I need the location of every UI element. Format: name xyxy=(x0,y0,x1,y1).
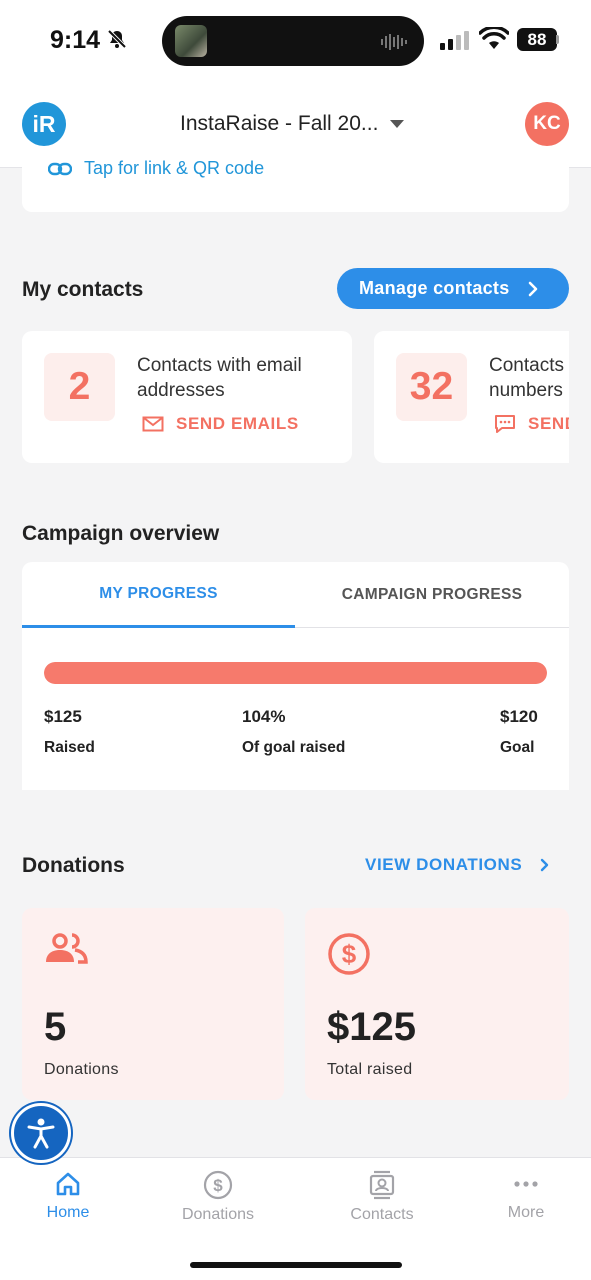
contacts-carousel[interactable]: 2 Contacts with email addresses SEND EMA… xyxy=(22,331,569,463)
nav-more-label: More xyxy=(507,1204,545,1221)
nav-more[interactable]: More xyxy=(466,1170,586,1222)
mail-icon xyxy=(142,416,164,432)
accessibility-button[interactable] xyxy=(11,1103,71,1163)
manage-contacts-label: Manage contacts xyxy=(359,278,510,298)
people-icon xyxy=(46,933,88,964)
campaign-selector[interactable]: InstaRaise - Fall 20... xyxy=(180,112,405,136)
goal-label: Goal xyxy=(500,739,535,756)
manage-contacts-button[interactable]: Manage contacts xyxy=(337,268,569,309)
more-icon xyxy=(514,1181,538,1187)
nav-contacts[interactable]: Contacts xyxy=(322,1170,442,1224)
dynamic-island[interactable] xyxy=(162,16,424,66)
email-contacts-card: 2 Contacts with email addresses SEND EMA… xyxy=(22,331,352,463)
user-avatar[interactable]: KC xyxy=(525,102,569,146)
goal-progress-bar xyxy=(44,662,547,684)
send-emails-button[interactable]: SEND EMAILS xyxy=(142,414,299,434)
dollar-circle-icon: $ xyxy=(328,933,370,975)
home-icon xyxy=(56,1172,80,1196)
donations-section-title: Donations xyxy=(22,854,125,877)
audio-wave-icon xyxy=(381,34,407,50)
svg-text:$: $ xyxy=(342,939,357,969)
goal-percent-label: Of goal raised xyxy=(242,739,346,756)
progress-card: MY PROGRESS CAMPAIGN PROGRESS $125 Raise… xyxy=(22,562,569,790)
goal-percent-value: 104% xyxy=(242,707,286,726)
view-donations-link[interactable]: VIEW DONATIONS xyxy=(365,855,549,875)
goal-value: $120 xyxy=(500,707,538,726)
chevron-right-icon xyxy=(528,281,537,296)
donations-count-value: 5 xyxy=(44,1005,67,1049)
tab-campaign-progress[interactable]: CAMPAIGN PROGRESS xyxy=(295,562,569,628)
status-time: 9:14 xyxy=(50,26,101,54)
phone-contacts-count: 32 xyxy=(396,353,467,421)
share-card: Tap for link & QR code xyxy=(22,150,569,212)
send-texts-label: SEND TEXTS xyxy=(528,414,569,433)
nav-donations-label: Donations xyxy=(181,1206,255,1223)
goal-progress-fill xyxy=(44,662,547,684)
raised-value: $125 xyxy=(44,707,82,726)
email-contacts-count: 2 xyxy=(44,353,115,421)
nav-donations[interactable]: $ Donations xyxy=(158,1170,278,1224)
send-emails-label: SEND EMAILS xyxy=(176,414,299,433)
nav-home-label: Home xyxy=(46,1204,90,1221)
donations-count-label: Donations xyxy=(44,1061,119,1078)
nav-home[interactable]: Home xyxy=(8,1170,128,1222)
donations-count-card[interactable]: 5 Donations xyxy=(22,908,284,1100)
overview-section-title: Campaign overview xyxy=(22,522,220,545)
send-texts-button[interactable]: SEND TEXTS xyxy=(494,414,569,434)
share-link-label: Tap for link & QR code xyxy=(84,158,265,178)
link-icon xyxy=(48,162,72,175)
total-raised-label: Total raised xyxy=(327,1061,413,1078)
app-logo[interactable]: iR xyxy=(22,102,66,146)
wifi-icon xyxy=(479,27,509,49)
phone-contacts-card: 32 Contacts with phone numbers SEND TEXT… xyxy=(374,331,569,463)
battery-indicator: 88 xyxy=(517,28,557,51)
battery-tip xyxy=(556,35,559,44)
accessibility-icon xyxy=(27,1118,55,1149)
chevron-down-icon xyxy=(390,120,405,128)
dollar-circle-icon: $ xyxy=(203,1170,233,1200)
campaign-name: InstaRaise - Fall 20... xyxy=(180,112,379,135)
email-contacts-text: Contacts with email addresses xyxy=(137,355,302,401)
total-raised-card[interactable]: $ $125 Total raised xyxy=(305,908,569,1100)
total-raised-value: $125 xyxy=(327,1005,416,1049)
now-playing-thumbnail xyxy=(175,25,207,57)
phone-contacts-text: Contacts with phone numbers xyxy=(489,355,569,401)
message-icon xyxy=(495,415,515,433)
share-link[interactable]: Tap for link & QR code xyxy=(48,158,264,179)
contacts-icon xyxy=(369,1170,395,1200)
svg-text:$: $ xyxy=(213,1176,223,1195)
cellular-signal-icon xyxy=(440,31,469,50)
nav-contacts-label: Contacts xyxy=(350,1206,414,1223)
tab-my-progress[interactable]: MY PROGRESS xyxy=(22,562,295,628)
status-bar: 9:14 88 xyxy=(0,0,591,82)
contacts-section-title: My contacts xyxy=(22,278,144,301)
raised-label: Raised xyxy=(44,739,95,756)
view-donations-label: VIEW DONATIONS xyxy=(365,855,523,874)
chevron-right-icon xyxy=(541,858,549,872)
home-indicator xyxy=(190,1262,402,1268)
bell-off-icon xyxy=(106,28,128,55)
